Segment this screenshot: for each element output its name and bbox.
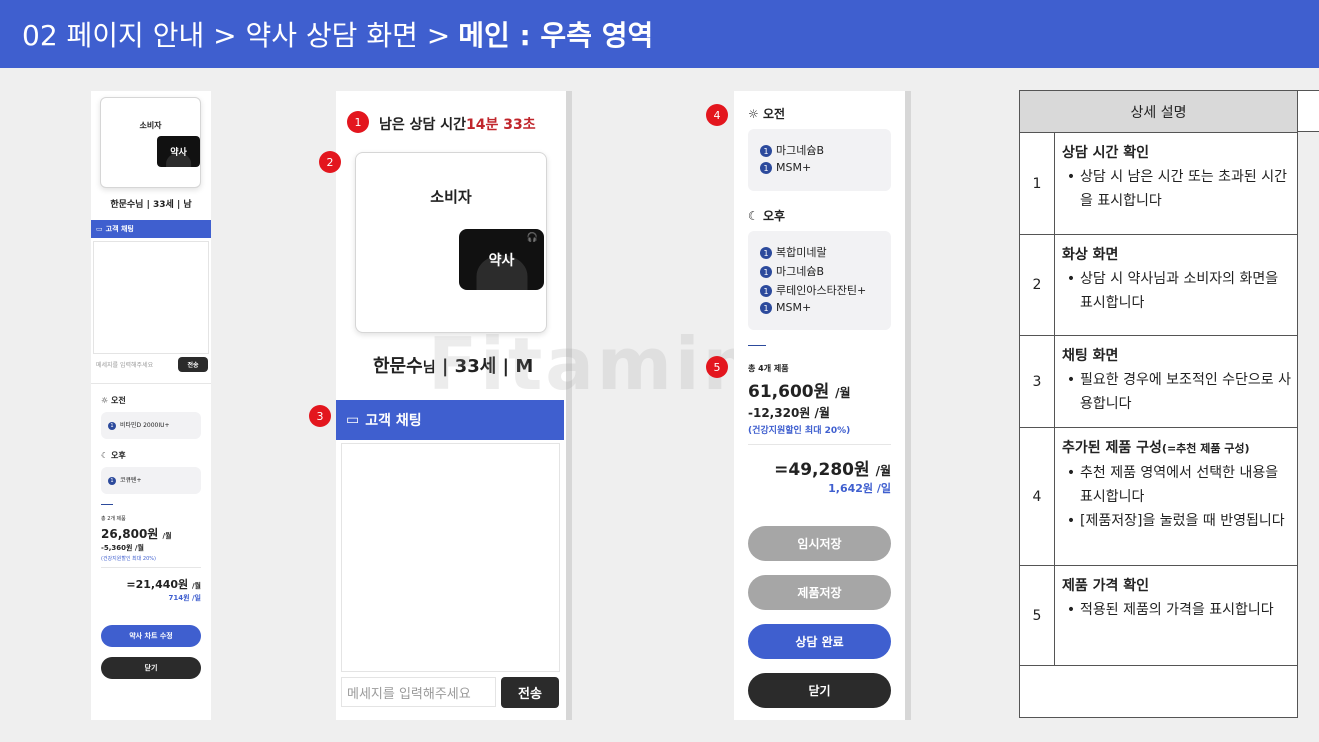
pm-item: 1 루테인아스타잔틴+ bbox=[760, 282, 866, 298]
right-zoom-panel: ☼ 오전 1 마그네슘B 1 MSM+ ☾ 오후 1 복합미네랄 1 마그네슘B 1 루테… bbox=[734, 91, 911, 720]
pm-item: 1 코큐텐+ bbox=[108, 475, 142, 485]
final-price: =21,440원 /월 bbox=[126, 578, 201, 591]
row-description: 추가된 제품 구성(=추천 제품 구성) • 추천 제품 영역에서 선택한 내용을… bbox=[1054, 427, 1298, 566]
headphone-icon: 🎧 bbox=[526, 233, 538, 243]
am-item: 1 비타민D 2000IU+ bbox=[108, 420, 170, 430]
moon-icon: ☾ bbox=[748, 209, 763, 223]
chat-icon: ▭ bbox=[96, 225, 103, 233]
pm-label: ☾ 오후 bbox=[101, 451, 126, 460]
row-bullet: • 적용된 제품의 가격을 표시합니다 bbox=[1066, 602, 1274, 618]
table-row: 3 채팅 화면 • 필요한 경우에 보조적인 수단으로 사용합니다 bbox=[1019, 335, 1298, 428]
consult-complete-button[interactable]: 상담 완료 bbox=[748, 624, 891, 659]
row-bullet: • 상담 시 약사님과 소비자의 화면을 표시합니다 bbox=[1066, 271, 1279, 311]
chat-input[interactable]: 메세지를 입력해주세요 bbox=[341, 677, 496, 707]
close-button[interactable]: 닫기 bbox=[748, 673, 891, 708]
am-label: ☼ 오전 bbox=[748, 107, 786, 121]
am-label: ☼ 오전 bbox=[101, 396, 126, 405]
chat-area bbox=[93, 241, 209, 354]
chat-input[interactable]: 메세지를 입력해주세요 bbox=[96, 357, 176, 371]
row-title: 화상 화면 bbox=[1062, 247, 1119, 263]
chat-icon: ▭ bbox=[346, 412, 360, 428]
badge-2: 2 bbox=[319, 151, 341, 173]
close-button[interactable]: 닫기 bbox=[101, 657, 201, 679]
patient-info: 한문수님 | 33세 | 남 bbox=[110, 200, 192, 210]
row-title: 채팅 화면 bbox=[1062, 348, 1119, 364]
table-header: 상세 설명 bbox=[1019, 90, 1298, 133]
table-row: 2 화상 화면 • 상담 시 약사님과 소비자의 화면을 표시합니다 bbox=[1019, 234, 1298, 336]
remaining-time: 남은 상담 시간14분 33초 bbox=[379, 117, 536, 133]
row-description: 채팅 화면 • 필요한 경우에 보조적인 수단으로 사용합니다 bbox=[1054, 335, 1298, 428]
row-number: 5 bbox=[1019, 565, 1055, 666]
row-description: 화상 화면 • 상담 시 약사님과 소비자의 화면을 표시합니다 bbox=[1054, 234, 1298, 336]
badge-4: 4 bbox=[706, 104, 728, 126]
sun-icon: ☼ bbox=[101, 396, 111, 405]
consumer-video: 소비자 🎧 약사 bbox=[355, 152, 547, 333]
chat-area bbox=[341, 443, 560, 672]
pm-item: 1 MSM+ bbox=[760, 301, 811, 314]
row-bullet: • [제품저장]을 눌렀을 때 반영됩니다 bbox=[1066, 513, 1285, 529]
discount-note: (건강지원할인 최대 20%) bbox=[748, 426, 851, 436]
table-edge bbox=[1296, 90, 1319, 132]
send-button[interactable]: 전송 bbox=[501, 677, 559, 708]
discount-note: (건강지원할인 최대 20%) bbox=[101, 556, 156, 562]
discount: -12,320원 /월 bbox=[748, 406, 830, 420]
product-count: 총 4개 제품 bbox=[748, 364, 789, 373]
per-day: 714원 /일 bbox=[168, 594, 202, 602]
row-number: 2 bbox=[1019, 234, 1055, 336]
row-number: 4 bbox=[1019, 427, 1055, 566]
row-bullet: • 필요한 경우에 보조적인 수단으로 사용합니다 bbox=[1066, 372, 1291, 412]
badge-1: 1 bbox=[347, 111, 369, 133]
row-description: 제품 가격 확인 • 적용된 제품의 가격을 표시합니다 bbox=[1054, 565, 1298, 666]
chat-header: ▭ 고객 채팅 bbox=[91, 220, 211, 238]
row-bullet: • 상담 시 남은 시간 또는 초과된 시간을 표시합니다 bbox=[1066, 169, 1288, 209]
table-row: 1 상담 시간 확인 • 상담 시 남은 시간 또는 초과된 시간을 표시합니다 bbox=[1019, 132, 1298, 235]
table-row-empty bbox=[1019, 665, 1298, 718]
pharmacist-video: 🎧 약사 bbox=[459, 229, 544, 290]
table-row: 4 추가된 제품 구성(=추천 제품 구성) • 추천 제품 영역에서 선택한 내… bbox=[1019, 427, 1298, 566]
pm-item: 1 복합미네랄 bbox=[760, 244, 827, 260]
pm-label: ☾ 오후 bbox=[748, 209, 786, 223]
consumer-label: 소비자 bbox=[139, 121, 162, 130]
final-price: =49,280원 /월 bbox=[774, 460, 891, 480]
edit-chart-button[interactable]: 약사 차트 수정 bbox=[101, 625, 201, 647]
am-item: 1 마그네슘B bbox=[760, 142, 824, 158]
row-title: 추가된 제품 구성(=추천 제품 구성) bbox=[1062, 440, 1250, 456]
product-count: 총 2개 제품 bbox=[101, 516, 126, 522]
send-button[interactable]: 전송 bbox=[178, 357, 208, 372]
row-bullet: • 추천 제품 영역에서 선택한 내용을 표시합니다 bbox=[1066, 465, 1279, 505]
moon-icon: ☾ bbox=[101, 451, 111, 460]
pharmacist-video: 약사 bbox=[157, 136, 200, 167]
consumer-label: 소비자 bbox=[430, 188, 472, 206]
temp-save-button[interactable]: 임시저장 bbox=[748, 526, 891, 561]
price-monthly: 61,600원 /월 bbox=[748, 382, 851, 402]
am-item: 1 MSM+ bbox=[760, 161, 811, 174]
row-description: 상담 시간 확인 • 상담 시 남은 시간 또는 초과된 시간을 표시합니다 bbox=[1054, 132, 1298, 235]
description-table: 상세 설명 1 상담 시간 확인 • 상담 시 남은 시간 또는 초과된 시간을 … bbox=[1019, 90, 1298, 718]
discount: -5,360원 /월 bbox=[101, 544, 144, 552]
am-box bbox=[748, 129, 891, 191]
table-row: 5 제품 가격 확인 • 적용된 제품의 가격을 표시합니다 bbox=[1019, 565, 1298, 666]
page-header: 02 페이지 안내 > 약사 상담 화면 > 메인 : 우측 영역 bbox=[0, 0, 1319, 68]
pm-item: 1 마그네슘B bbox=[760, 263, 824, 279]
header-current: 메인 : 우측 영역 bbox=[458, 19, 654, 52]
chat-header: ▭ 고객 채팅 bbox=[336, 400, 564, 440]
row-title: 상담 시간 확인 bbox=[1062, 145, 1150, 161]
row-number: 1 bbox=[1019, 132, 1055, 235]
badge-5: 5 bbox=[706, 356, 728, 378]
badge-3: 3 bbox=[309, 405, 331, 427]
left-preview-panel: 소비자 약사 한문수님 | 33세 | 남 ▭ 고객 채팅 메세지를 입력해주세요… bbox=[91, 91, 211, 720]
scrollbar[interactable] bbox=[905, 91, 911, 720]
sun-icon: ☼ bbox=[748, 107, 763, 121]
product-save-button[interactable]: 제품저장 bbox=[748, 575, 891, 610]
per-day: 1,642원 /일 bbox=[828, 482, 891, 495]
row-number: 3 bbox=[1019, 335, 1055, 428]
row-title: 제품 가격 확인 bbox=[1062, 578, 1150, 594]
header-breadcrumb: 02 페이지 안내 > 약사 상담 화면 > bbox=[22, 19, 451, 52]
price-monthly: 26,800원 /월 bbox=[101, 527, 172, 541]
consumer-video: 소비자 약사 bbox=[100, 97, 201, 188]
